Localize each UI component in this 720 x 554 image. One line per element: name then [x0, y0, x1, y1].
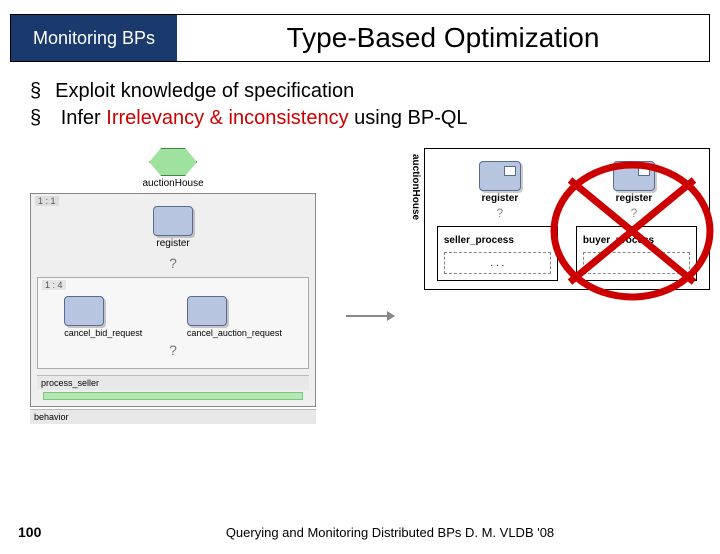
seller-process-box: seller_process . . .: [437, 226, 558, 281]
seller-dots: . . .: [444, 252, 551, 274]
bullet-2: Infer Irrelevancy & inconsistency using …: [30, 107, 690, 130]
footer-text: Querying and Monitoring Distributed BPs …: [60, 525, 720, 540]
arrow-icon: [346, 315, 394, 317]
right-side-label: auctionHouse: [410, 154, 421, 220]
green-bar-icon: [43, 392, 303, 400]
cancel-auction-node-icon: [187, 296, 227, 326]
register-a-q: ?: [479, 206, 521, 220]
inner-zoom-box: 1 : 4 cancel_bid_request cancel_auction_…: [37, 277, 309, 369]
buyer-process-box: buyer_process: [576, 226, 697, 281]
cancel-auction-label: cancel_auction_request: [187, 328, 282, 338]
question-mark: ?: [37, 255, 309, 271]
zoom-tag-1: 1 : 1: [35, 196, 59, 206]
register-b-q: ?: [613, 206, 655, 220]
slide-title: Type-Based Optimization: [177, 15, 709, 61]
inner-question-mark: ?: [42, 342, 304, 358]
bullet-list: Exploit knowledge of specification Infer…: [30, 80, 690, 130]
behavior-bar: behavior: [30, 409, 316, 424]
right-frame: register ? register ? seller_process . .…: [424, 148, 710, 290]
outer-zoom-box: 1 : 1 register ? 1 : 4 cancel_bid_reques…: [30, 193, 316, 407]
register-b-group: register ?: [613, 161, 655, 220]
register-b-node-icon: [613, 161, 655, 191]
process-seller-bar: process_seller: [37, 375, 309, 390]
cancel-bid-group: cancel_bid_request: [64, 296, 142, 338]
buyer-process-title: buyer_process: [583, 235, 690, 246]
left-diagram: auctionHouse 1 : 1 register ? 1 : 4 canc…: [30, 148, 316, 424]
diagram-area: auctionHouse 1 : 1 register ? 1 : 4 canc…: [30, 148, 710, 424]
register-a-node-icon: [479, 161, 521, 191]
bullet-2-red: Irrelevancy & inconsistency: [106, 107, 348, 129]
right-diagram: auctionHouse register ? register ? selle…: [424, 148, 710, 290]
cancel-auction-group: cancel_auction_request: [187, 296, 282, 338]
register-a-group: register ?: [479, 161, 521, 220]
page-number: 100: [0, 524, 60, 540]
cancel-bid-node-icon: [64, 296, 104, 326]
register-node-label: register: [153, 238, 193, 249]
hexagon-icon: [149, 148, 197, 176]
slide-footer: 100 Querying and Monitoring Distributed …: [0, 524, 720, 540]
bullet-1: Exploit knowledge of specification: [30, 80, 690, 103]
seller-process-title: seller_process: [444, 235, 551, 246]
buyer-dashed: [583, 252, 690, 274]
zoom-tag-2: 1 : 4: [42, 280, 66, 290]
slide-header: Monitoring BPs Type-Based Optimization: [10, 14, 710, 62]
header-badge: Monitoring BPs: [11, 15, 177, 61]
bullet-2-pre: Infer: [61, 107, 107, 129]
bullet-2-post: using BP-QL: [349, 107, 468, 129]
register-node-icon: [153, 206, 193, 236]
register-node-group: register: [153, 206, 193, 249]
cancel-bid-label: cancel_bid_request: [64, 328, 142, 338]
register-b-label: register: [613, 193, 655, 204]
register-a-label: register: [479, 193, 521, 204]
hex-label: auctionHouse: [30, 178, 316, 189]
